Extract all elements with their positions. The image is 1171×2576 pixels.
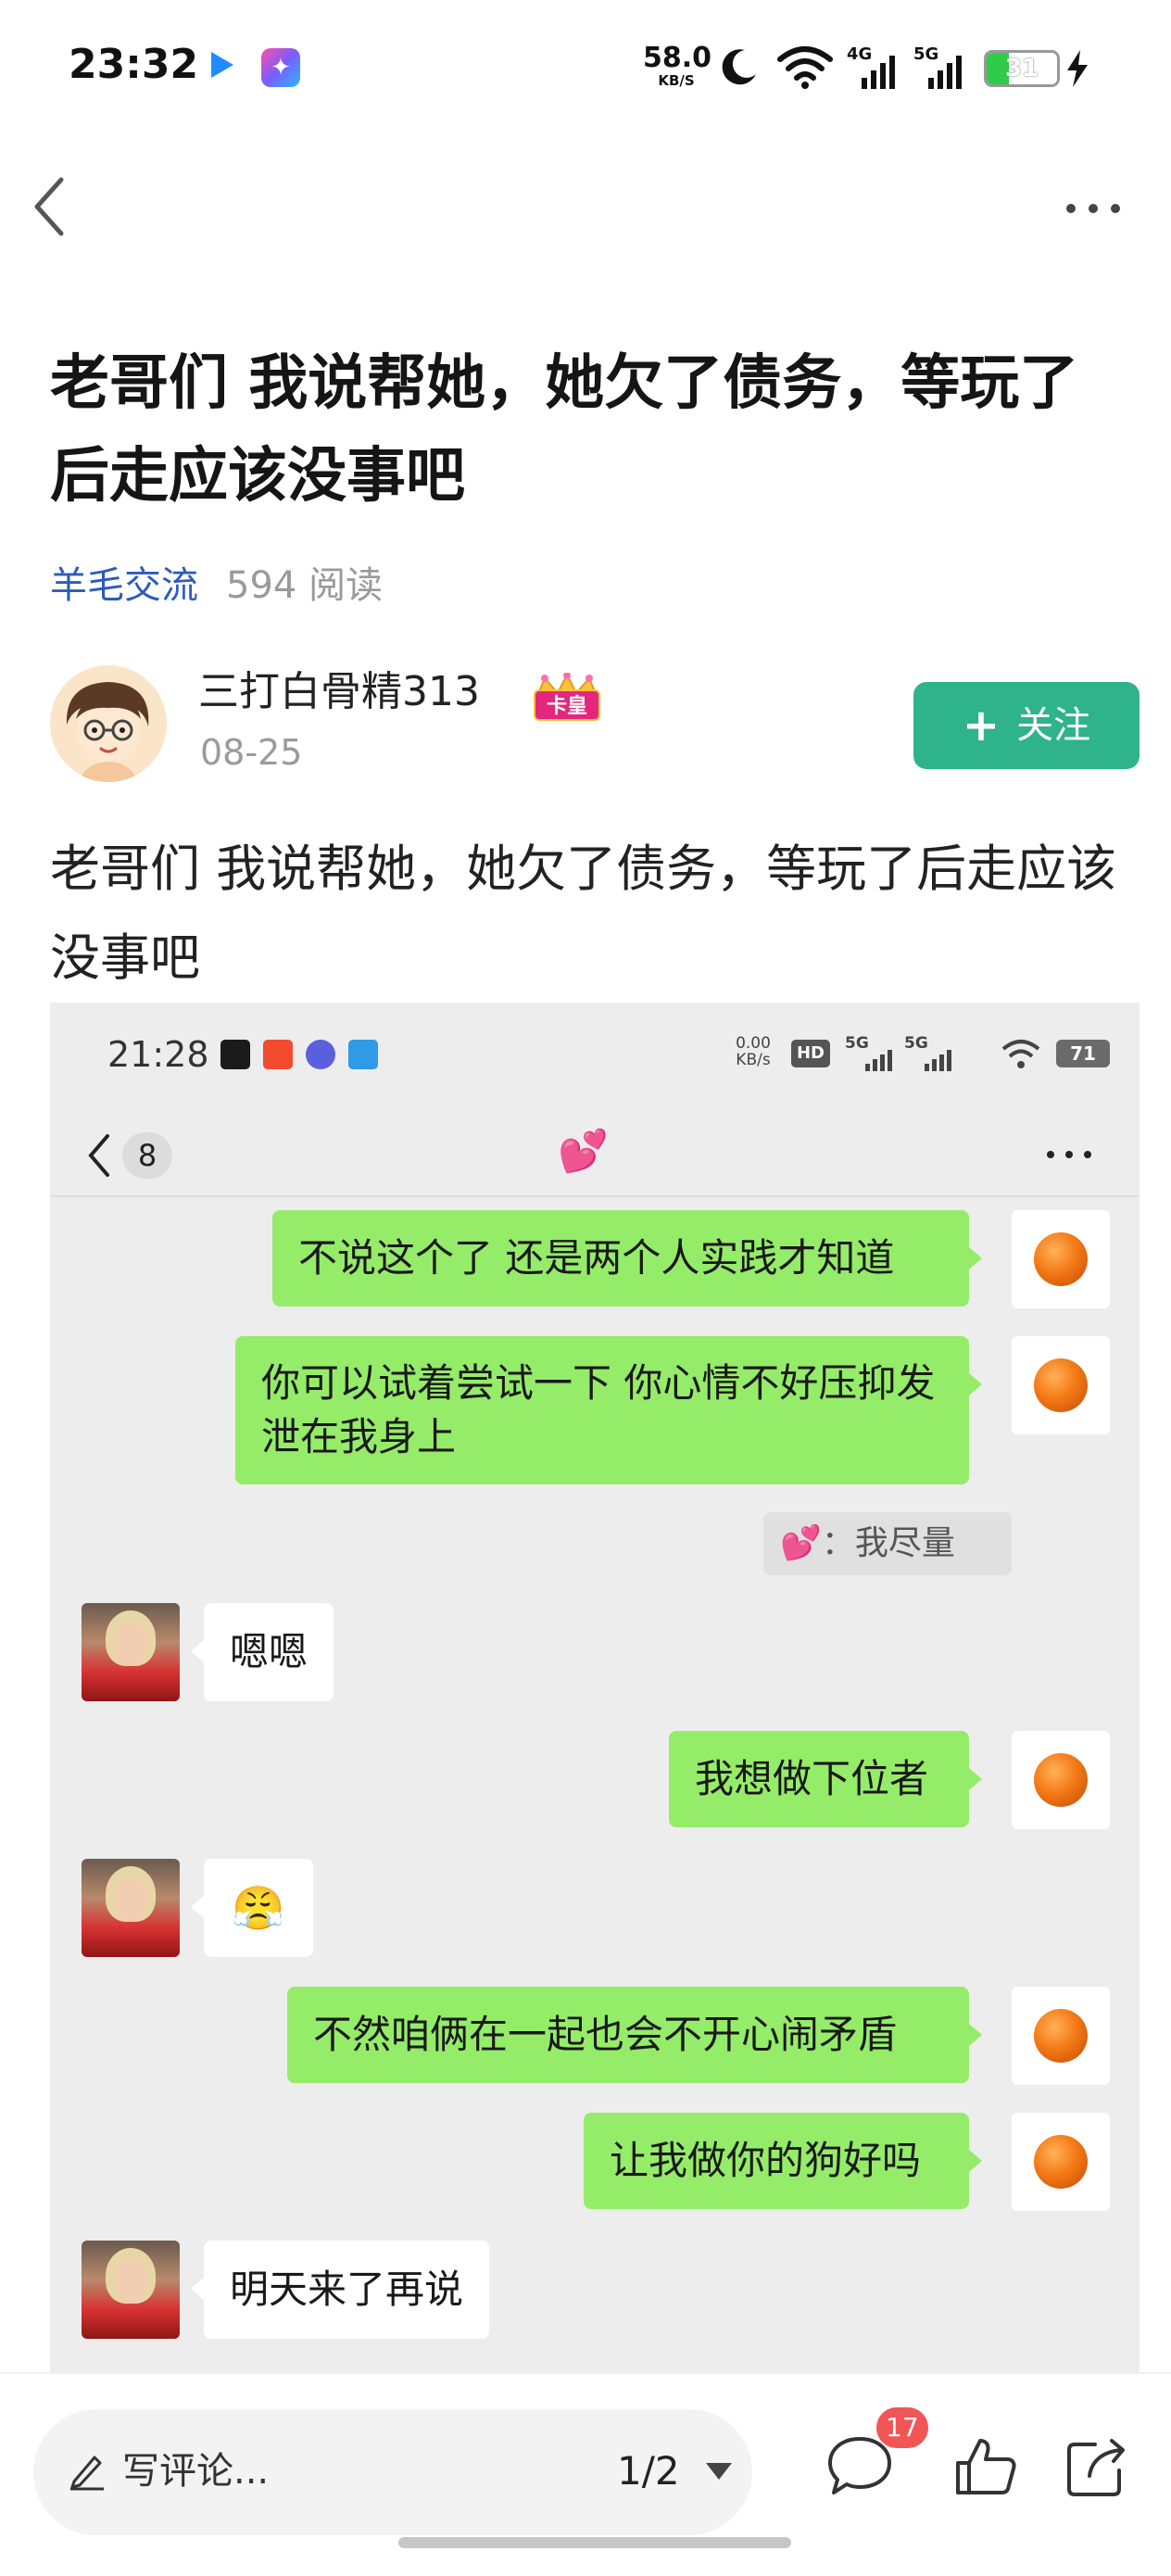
screenshot-signal-icon-2: 5G [904, 1032, 958, 1077]
my-avatar [1012, 2113, 1110, 2211]
post-meta: 羊毛交流 594 阅读 [50, 560, 383, 612]
follow-button[interactable]: + 关注 [913, 682, 1140, 769]
thumbs-up-icon[interactable] [951, 2431, 1021, 2502]
my-avatar [1012, 1336, 1110, 1434]
comment-input[interactable]: 写评论... 1/2 [33, 2409, 752, 2535]
chat-message-sent: 不然咱俩在一起也会不开心闹矛盾 [287, 1987, 969, 2083]
network-speed: 58.0 KB/S [643, 42, 712, 89]
quoted-message: 💕：我尽量 [763, 1512, 1012, 1575]
screenshot-network-speed: 0.00 KB/s [736, 1034, 771, 1069]
signal-4g-icon: 4G [847, 44, 900, 91]
hd-icon: HD [791, 1040, 830, 1067]
chat-more-icon[interactable] [1041, 1138, 1097, 1171]
chat-back-icon[interactable] [85, 1132, 113, 1179]
chat-header: 8 💕 [50, 1105, 1140, 1197]
back-icon[interactable] [28, 174, 74, 239]
chat-message-received: 嗯嗯 [204, 1603, 334, 1701]
screenshot-signal-icon: 5G [845, 1032, 899, 1077]
my-avatar [1012, 1731, 1110, 1829]
battery-icon: 31 [984, 50, 1060, 87]
author-badge: 卡皇 [521, 673, 613, 725]
share-icon[interactable] [1062, 2431, 1132, 2502]
chat-message-received: 明天来了再说 [204, 2241, 490, 2339]
contact-avatar [82, 1603, 180, 1701]
video-app-icon [211, 52, 233, 78]
page-indicator[interactable]: 1/2 [617, 2443, 680, 2500]
post-body: 老哥们 我说帮她，她欠了债务，等玩了后走应该没事吧 [50, 840, 1117, 987]
screenshot-battery-icon: 71 [1056, 1040, 1110, 1067]
my-avatar [1012, 1210, 1110, 1308]
download-app-icon [220, 1040, 250, 1069]
chat-message-sent: 你可以试着尝试一下 你心情不好压抑发泄在我身上 [235, 1336, 969, 1484]
signal-5g-icon: 5G [913, 44, 967, 91]
screenshot-time: 21:28 [107, 1034, 209, 1075]
contact-avatar [82, 1859, 180, 1957]
more-options-icon[interactable] [1056, 185, 1130, 232]
home-indicator[interactable] [398, 2537, 791, 2548]
author-name[interactable]: 三打白骨精313 [198, 663, 480, 721]
app-icon [306, 1040, 335, 1069]
plus-icon: + [962, 700, 1001, 751]
chevron-down-icon[interactable] [706, 2463, 732, 2480]
shopping-app-icon [263, 1040, 293, 1069]
comment-placeholder: 写评论... [122, 2450, 270, 2493]
my-avatar [1012, 1987, 1110, 2085]
status-time: 23:32 [69, 41, 199, 88]
pencil-icon [70, 2456, 104, 2491]
moon-icon [722, 49, 756, 85]
screenshot-wifi-icon [1001, 1040, 1040, 1068]
screenshot-status-bar: 21:28 0.00 KB/s HD 5G 5G 71 [50, 1003, 1140, 1105]
comment-count-badge: 17 [876, 2407, 928, 2448]
chat-message-sent: 让我做你的狗好吗 [584, 2113, 969, 2209]
channel-link[interactable]: 羊毛交流 [50, 564, 198, 607]
author-avatar[interactable] [50, 665, 167, 782]
read-count: 594 阅读 [226, 564, 384, 607]
post-date: 08-25 [200, 732, 303, 773]
chat-screenshot-image[interactable]: 21:28 0.00 KB/s HD 5G 5G 71 8 💕 不说这个了 还是… [50, 1003, 1140, 2372]
send-app-icon [348, 1040, 378, 1069]
post-title: 老哥们 我说帮她，她欠了债务，等玩了后走应该没事吧 [50, 349, 1079, 511]
chat-message-received-emoji: 😤 [204, 1859, 313, 1957]
contact-avatar [82, 2241, 180, 2339]
app-notification-icon: ✦ [261, 48, 300, 87]
charging-icon [1067, 50, 1088, 87]
wifi-icon [777, 46, 833, 89]
status-bar: 23:32 ✦ 58.0 KB/S 4G 5G 31 [0, 0, 1171, 139]
chat-message-sent: 我想做下位者 [669, 1731, 969, 1827]
chat-message-sent: 不说这个了 还是两个人实践才知道 [272, 1210, 969, 1307]
unread-count[interactable]: 8 [122, 1132, 172, 1179]
contact-name: 💕 [558, 1128, 609, 1175]
